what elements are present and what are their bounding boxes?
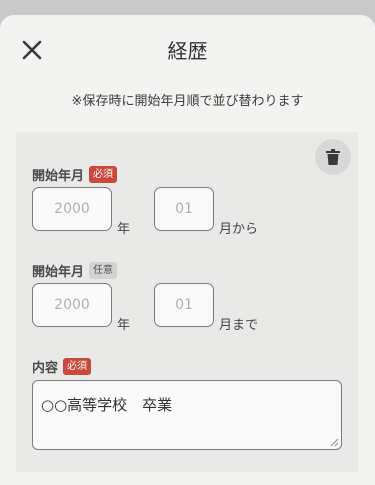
content-label: 内容 (32, 361, 59, 376)
content-textarea[interactable]: ○○高等学校 卒業 (32, 380, 342, 450)
required-badge: 必須 (63, 358, 92, 375)
start-month-unit: 月から (219, 222, 259, 237)
trash-icon (326, 149, 340, 165)
start-month-input[interactable]: 01 (154, 187, 214, 231)
start-year-input[interactable]: 2000 (32, 187, 112, 231)
content-label-group: 内容 必須 (32, 357, 92, 376)
end-month-input[interactable]: 01 (154, 283, 214, 327)
start-date-label-group: 開始年月 必須 (32, 165, 118, 184)
career-entry-card: 開始年月 必須 2000 年 01 月から 開始年月 任意 2000 年 01 … (16, 132, 358, 472)
start-year-unit: 年 (117, 222, 131, 237)
delete-entry-button[interactable] (315, 139, 351, 175)
end-year-unit: 年 (117, 318, 131, 333)
optional-badge: 任意 (89, 262, 118, 279)
end-month-unit: 月まで (219, 318, 259, 333)
sort-note: ※保存時に開始年月順で並び替わります (71, 94, 304, 109)
career-modal: 経歴 ※保存時に開始年月順で並び替わります 開始年月 必須 2000 年 01 … (0, 15, 375, 485)
required-badge: 必須 (89, 166, 118, 183)
end-date-label-group: 開始年月 任意 (32, 261, 118, 280)
resize-handle-icon[interactable] (330, 438, 339, 447)
end-year-input[interactable]: 2000 (32, 283, 112, 327)
content-value: ○○高等学校 卒業 (41, 396, 173, 414)
end-date-label: 開始年月 (32, 265, 85, 280)
start-date-label: 開始年月 (32, 169, 85, 184)
modal-title: 経歴 (167, 39, 208, 63)
